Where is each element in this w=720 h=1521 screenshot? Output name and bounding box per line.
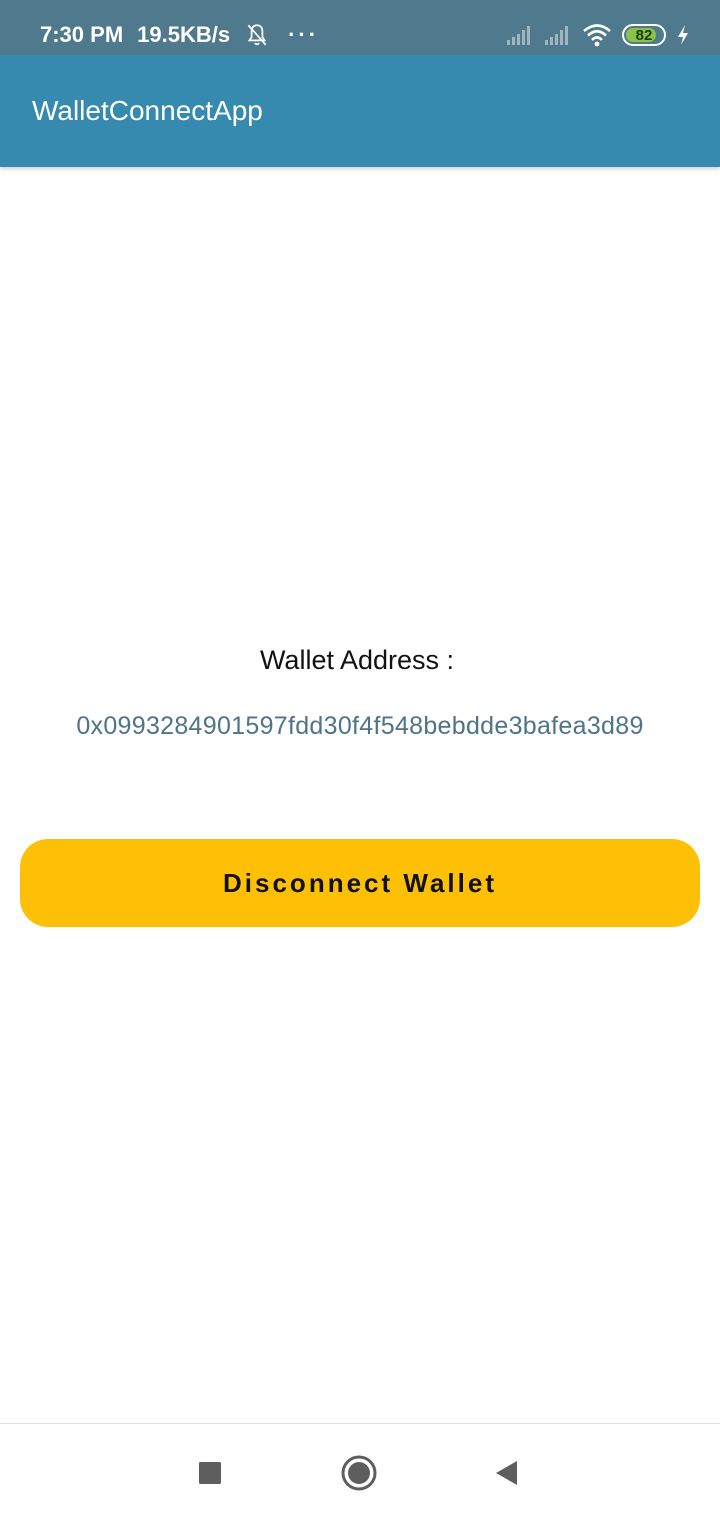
signal-icon: [545, 26, 568, 45]
status-net-speed: 19.5KB/s: [137, 22, 231, 47]
battery-level: 82: [635, 26, 653, 44]
recents-button[interactable]: [185, 1448, 235, 1498]
status-time: 7:30 PM: [40, 22, 124, 47]
home-button[interactable]: [334, 1448, 384, 1498]
disconnect-wallet-button[interactable]: Disconnect Wallet: [20, 839, 700, 927]
signal-icon: [507, 26, 530, 45]
wallet-address-value: 0x0993284901597fdd30f4f548bebdde3bafea3d…: [76, 712, 644, 740]
more-notifications-icon: ···: [288, 22, 320, 47]
app-title: WalletConnectApp: [32, 95, 263, 126]
status-bar: 7:30 PM 19.5KB/s ··· 82: [0, 0, 720, 55]
charging-icon: [678, 25, 688, 45]
back-icon: [496, 1461, 517, 1485]
wallet-address-label: Wallet Address :: [259, 645, 455, 675]
navigation-bar: [0, 1423, 720, 1521]
home-icon: [341, 1455, 377, 1491]
recents-icon: [199, 1462, 221, 1484]
back-button[interactable]: [481, 1448, 531, 1498]
battery-icon: 82: [622, 24, 666, 46]
wifi-icon: [583, 24, 611, 47]
bell-off-icon: [247, 24, 267, 46]
app-bar: WalletConnectApp: [0, 55, 720, 167]
